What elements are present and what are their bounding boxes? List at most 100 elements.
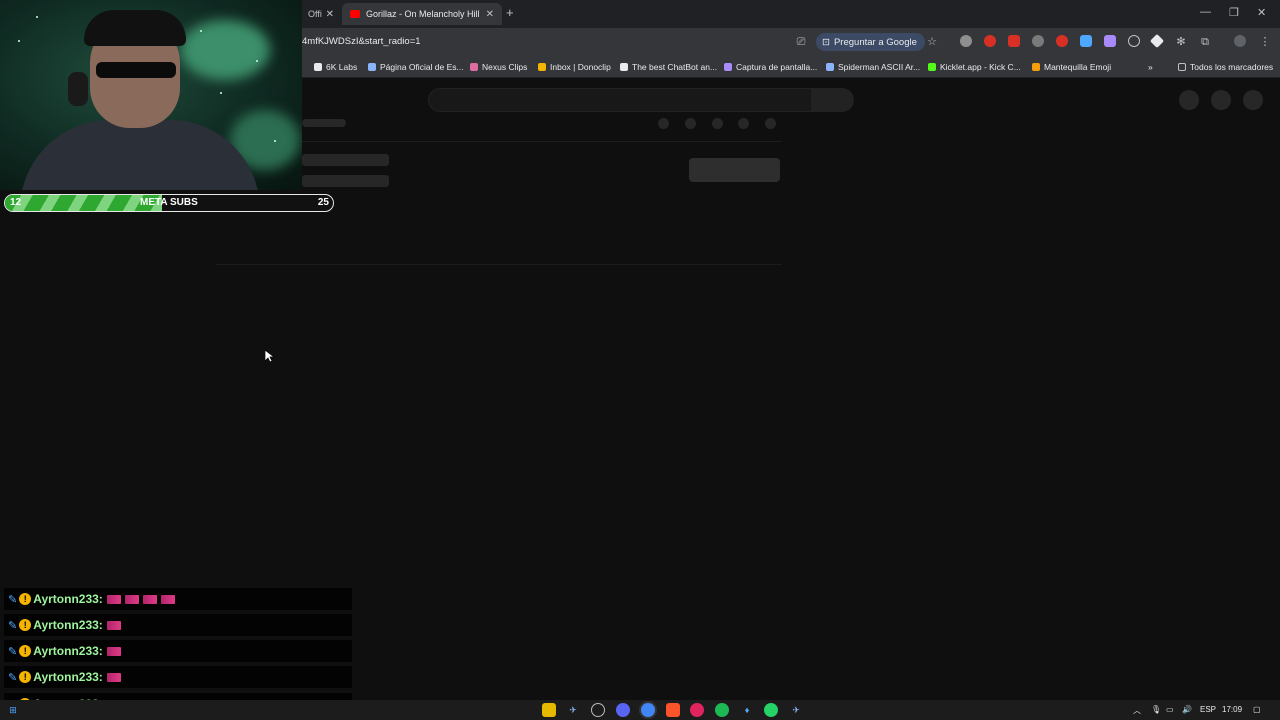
bookmark-label: Nexus Clips	[482, 62, 528, 72]
tab-title: Offic	[308, 9, 322, 19]
clock[interactable]: 17:09	[1222, 705, 1242, 714]
moderator-badge-icon: ✎	[8, 619, 18, 632]
sub-goal-target: 25	[317, 197, 329, 208]
bookmark-item[interactable]: Captura de pantalla...	[724, 62, 817, 72]
chrome-icon[interactable]	[641, 703, 655, 717]
new-tab-button[interactable]: +	[506, 5, 514, 20]
bookmark-item[interactable]: Mantequilla Emoji	[1032, 62, 1111, 72]
star	[36, 16, 38, 18]
bookmark-favicon-icon	[1032, 63, 1040, 71]
screen: Offic ✕ Gorillaz - On Melancholy Hill (O…	[0, 0, 1280, 720]
bookmark-item[interactable]: 6K Labs	[314, 62, 357, 72]
more-bookmarks-icon[interactable]: »	[1148, 62, 1153, 72]
action-skeleton	[738, 118, 749, 129]
headphone-cup	[68, 72, 88, 106]
profile-avatar-icon[interactable]	[1234, 35, 1246, 47]
star	[200, 30, 202, 32]
title-skeleton	[302, 119, 346, 127]
header-icon-skeleton	[1211, 90, 1231, 110]
chat-message: ✎!Ayrtonn233:	[4, 614, 352, 636]
adblock-icon[interactable]	[1008, 35, 1020, 47]
brave-icon[interactable]	[666, 703, 680, 717]
app-icon[interactable]: ♦	[740, 703, 754, 717]
whatsapp-icon[interactable]	[764, 703, 778, 717]
sub-goal-label: META SUBS	[140, 197, 198, 208]
sub-goal-bar: 12 META SUBS 25	[4, 194, 334, 212]
extension-icon[interactable]: ✻	[1174, 35, 1188, 49]
tray-overflow-icon[interactable]: ︿	[1133, 705, 1141, 716]
chat-emote-icon	[106, 594, 121, 604]
chat-emote-icon	[142, 594, 157, 604]
install-app-icon[interactable]: ⎚	[794, 35, 808, 49]
restore-icon[interactable]: ❐	[1229, 6, 1239, 19]
close-window-icon[interactable]: ✕	[1257, 6, 1266, 19]
star	[274, 140, 276, 142]
moderator-badge-icon: ✎	[8, 645, 18, 658]
action-skeleton	[658, 118, 669, 129]
chat-emote-icon	[106, 646, 121, 656]
sub-badge-icon: !	[19, 671, 32, 683]
sub-goal-fill	[5, 195, 163, 211]
search-button-skeleton	[812, 88, 854, 112]
network-icon[interactable]: ▭	[1166, 705, 1174, 714]
bookmark-item[interactable]: The best ChatBot an...	[620, 62, 717, 72]
chat-message: ✎!Ayrtonn233:	[4, 588, 352, 610]
chat-username: Ayrtonn233:	[33, 618, 103, 632]
bookmark-label: Mantequilla Emoji	[1044, 62, 1112, 72]
bookmark-favicon-icon	[724, 63, 732, 71]
divider	[216, 264, 782, 265]
ask-google-button[interactable]: ⊡ Preguntar a Google	[816, 33, 925, 51]
spotify-icon[interactable]	[715, 703, 729, 717]
extension-icon[interactable]	[1056, 35, 1068, 47]
extension-icon[interactable]	[1080, 35, 1092, 47]
bookmark-item[interactable]: Inbox | Donoclip	[538, 62, 611, 72]
chat-emote-icon	[106, 620, 121, 630]
bookmark-label: Captura de pantalla...	[736, 62, 818, 72]
extension-icon[interactable]	[960, 35, 972, 47]
bookmark-star-icon[interactable]: ☆	[925, 35, 939, 49]
app-icon[interactable]	[690, 703, 704, 717]
extension-icon[interactable]	[984, 35, 996, 47]
tab-active[interactable]: Gorillaz - On Melancholy Hill (O ✕	[342, 3, 502, 25]
language-indicator[interactable]: ESP	[1200, 705, 1216, 714]
extension-icon[interactable]	[1032, 35, 1044, 47]
tab-previous[interactable]: Offic ✕	[300, 3, 342, 25]
extension-icon[interactable]	[1128, 35, 1140, 47]
bookmark-item[interactable]: Nexus Clips	[470, 62, 527, 72]
address-bar[interactable]: 4mfKJWDSzI&start_radio=1	[302, 36, 421, 47]
bookmark-label: Página Oficial de Es...	[380, 62, 464, 72]
bookmark-label: 6K Labs	[326, 62, 358, 72]
menu-kebab-icon[interactable]: ⋮	[1258, 35, 1272, 49]
bookmark-favicon-icon	[928, 63, 936, 71]
bookmark-favicon-icon	[470, 63, 478, 71]
app-icon[interactable]	[591, 703, 605, 717]
steam-icon[interactable]: ✈	[789, 703, 803, 717]
bookmark-item[interactable]: Spiderman ASCII Ar...	[826, 62, 920, 72]
action-skeleton	[765, 118, 776, 129]
minimize-icon[interactable]: ―	[1200, 6, 1211, 18]
chat-username: Ayrtonn233:	[33, 592, 103, 606]
bookmark-item[interactable]: Página Oficial de Es...	[368, 62, 464, 72]
bookmark-favicon-icon	[538, 63, 546, 71]
tab-close-icon[interactable]: ✕	[326, 9, 334, 20]
ask-google-label: Preguntar a Google	[833, 36, 917, 48]
tab-title: Gorillaz - On Melancholy Hill (O	[366, 9, 482, 19]
microphone-icon[interactable]: 🎙	[1151, 705, 1161, 714]
bookmark-label: The best ChatBot an...	[632, 62, 718, 72]
notifications-icon[interactable]: ▢	[1253, 705, 1261, 714]
sub-badge-icon: !	[19, 619, 32, 631]
extension-icon[interactable]	[1149, 33, 1165, 49]
sub-badge-icon: !	[19, 593, 32, 605]
volume-icon[interactable]: 🔊	[1182, 705, 1192, 714]
chat-emote-icon	[160, 594, 175, 604]
windows-start-icon[interactable]: ⊞	[6, 703, 20, 717]
tab-close-icon[interactable]: ✕	[486, 9, 494, 20]
discord-icon[interactable]	[616, 703, 630, 717]
extension-icon[interactable]	[1104, 35, 1116, 47]
bookmark-item[interactable]: Kicklet.app - Kick C...	[928, 62, 1021, 72]
bookmark-label: Kicklet.app - Kick C...	[940, 62, 1021, 72]
file-explorer-icon[interactable]	[542, 703, 556, 717]
app-icon[interactable]: ✈	[566, 703, 580, 717]
all-bookmarks-folder[interactable]: Todos los marcadores	[1178, 62, 1273, 72]
extensions-puzzle-icon[interactable]: ⧉	[1198, 35, 1212, 49]
